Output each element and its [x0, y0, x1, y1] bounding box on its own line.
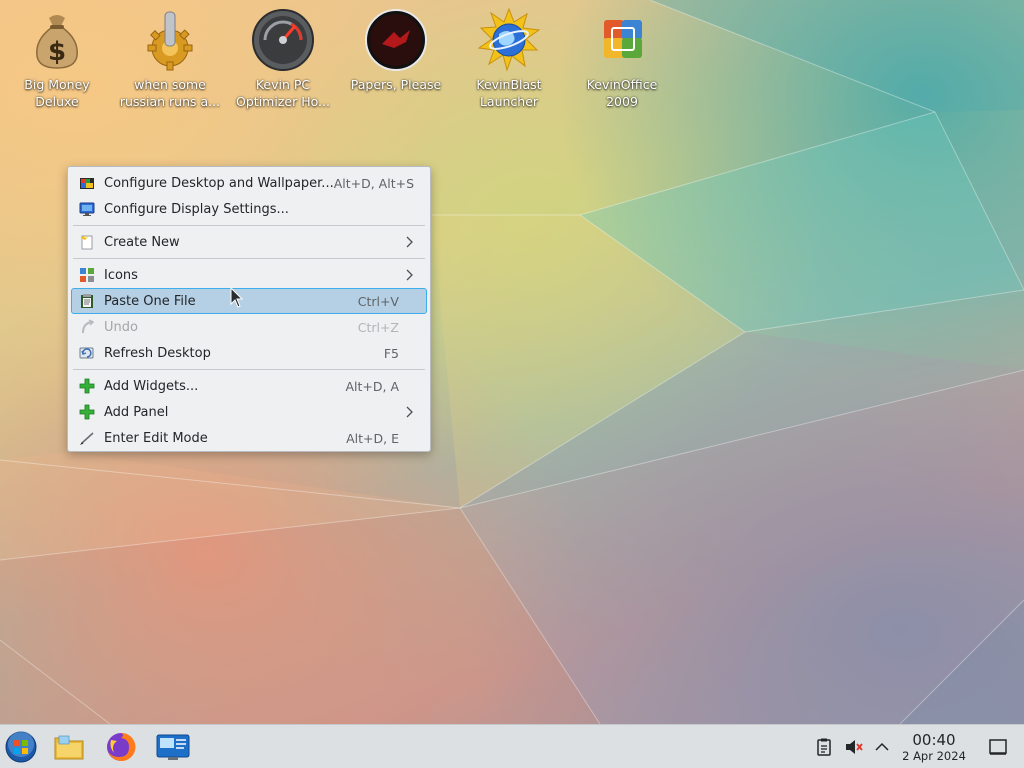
office-logo-icon	[604, 20, 642, 58]
system-settings-launcher[interactable]	[156, 730, 190, 764]
refresh-icon	[78, 344, 96, 362]
start-button[interactable]	[4, 730, 38, 764]
plus-icon	[78, 403, 96, 421]
new-document-icon	[78, 233, 96, 251]
desktop-icon-label: Papers, Please	[350, 77, 442, 92]
undo-icon	[78, 318, 96, 336]
paste-icon	[78, 292, 96, 310]
chevron-right-icon	[406, 406, 413, 418]
menu-item-shortcut: Alt+D, Alt+S	[333, 175, 415, 191]
menu-item-shortcut: Alt+D, A	[345, 378, 399, 394]
expand-tray-icon[interactable]	[872, 737, 892, 757]
desktop-icon-kevinblast-launcher[interactable]: KevinBlast Launcher	[457, 8, 561, 110]
menu-item-label: Configure Display Settings...	[104, 201, 289, 217]
menu-item-label: Icons	[104, 267, 138, 283]
speedometer-icon	[252, 9, 314, 71]
menu-item-label: Undo	[104, 319, 138, 335]
menu-item-shortcut: Ctrl+V	[357, 293, 399, 309]
menu-separator	[73, 258, 425, 259]
monitor-icon	[78, 200, 96, 218]
desktop-icon-label: KevinOffice 2009	[586, 77, 658, 109]
menu-item-enter-edit-mode[interactable]: Enter Edit Mode Alt+D, E	[71, 425, 427, 451]
menu-item-shortcut: Alt+D, E	[346, 430, 399, 446]
mouse-cursor-icon	[230, 287, 244, 308]
plus-icon	[78, 377, 96, 395]
menu-separator	[73, 225, 425, 226]
menu-item-label: Refresh Desktop	[104, 345, 211, 361]
menu-item-shortcut: F5	[383, 345, 399, 361]
menu-item-configure-desktop[interactable]: Configure Desktop and Wallpaper... Alt+D…	[71, 170, 427, 196]
desktop-icon-label: KevinBlast Launcher	[476, 77, 542, 109]
desktop-icon-kevinoffice-2009[interactable]: KevinOffice 2009	[570, 8, 674, 110]
desktop-icon-kevin-pc-optimizer[interactable]: Kevin PC Optimizer Ho...	[231, 8, 335, 110]
edit-brush-icon	[78, 429, 96, 447]
menu-item-add-widgets[interactable]: Add Widgets... Alt+D, A	[71, 373, 427, 399]
menu-item-create-new[interactable]: Create New	[71, 229, 427, 255]
start-orb-icon	[5, 731, 37, 763]
chevron-right-icon	[406, 236, 413, 248]
system-settings-icon	[156, 734, 190, 760]
menu-separator	[73, 369, 425, 370]
menu-item-configure-display[interactable]: Configure Display Settings...	[71, 196, 427, 222]
file-manager-icon	[54, 735, 84, 760]
desktop-icon-label: when some russian runs a...	[119, 77, 221, 109]
menu-item-label: Create New	[104, 234, 180, 250]
money-bag-icon: $	[36, 15, 78, 69]
desktop-icon-big-money-deluxe[interactable]: $ Big Money Deluxe	[5, 8, 109, 110]
menu-item-refresh-desktop[interactable]: Refresh Desktop F5	[71, 340, 427, 366]
clock[interactable]: 00:40 2 Apr 2024	[896, 731, 972, 764]
file-manager-launcher[interactable]	[52, 730, 86, 764]
kevinblast-globe-icon	[477, 8, 541, 72]
desktop-icon-papers-please[interactable]: Papers, Please	[344, 8, 448, 93]
clock-time: 00:40	[912, 731, 956, 749]
volume-muted-icon[interactable]	[843, 737, 863, 757]
show-desktop-icon[interactable]	[988, 737, 1008, 757]
menu-item-icons[interactable]: Icons	[71, 262, 427, 288]
papers-please-icon	[365, 9, 427, 71]
menu-item-label: Add Widgets...	[104, 378, 199, 394]
firefox-icon	[107, 732, 136, 761]
firefox-launcher[interactable]	[104, 730, 138, 764]
chevron-right-icon	[406, 269, 413, 281]
clipboard-icon[interactable]	[814, 737, 834, 757]
menu-item-add-panel[interactable]: Add Panel	[71, 399, 427, 425]
menu-item-shortcut: Ctrl+Z	[357, 319, 399, 335]
golden-gear-icon	[147, 11, 193, 71]
desktop-context-menu: Configure Desktop and Wallpaper... Alt+D…	[67, 166, 431, 452]
desktop[interactable]: $ Big Money Deluxe when some russian run…	[0, 0, 1024, 768]
menu-item-label: Enter Edit Mode	[104, 430, 208, 446]
desktop-icon-label: Big Money Deluxe	[24, 77, 90, 109]
icons-grid-icon	[78, 266, 96, 284]
clock-date: 2 Apr 2024	[902, 749, 966, 763]
menu-item-label: Configure Desktop and Wallpaper...	[104, 175, 334, 191]
desktop-icon-russian-runs[interactable]: when some russian runs a...	[118, 8, 222, 110]
menu-item-undo[interactable]: Undo Ctrl+Z	[71, 314, 427, 340]
taskbar: 00:40 2 Apr 2024	[0, 724, 1024, 768]
svg-text:$: $	[48, 37, 66, 67]
menu-item-paste-one-file[interactable]: Paste One File Ctrl+V	[71, 288, 427, 314]
desktop-icon-label: Kevin PC Optimizer Ho...	[236, 77, 330, 109]
palette-icon	[78, 174, 96, 192]
menu-item-label: Add Panel	[104, 404, 169, 420]
